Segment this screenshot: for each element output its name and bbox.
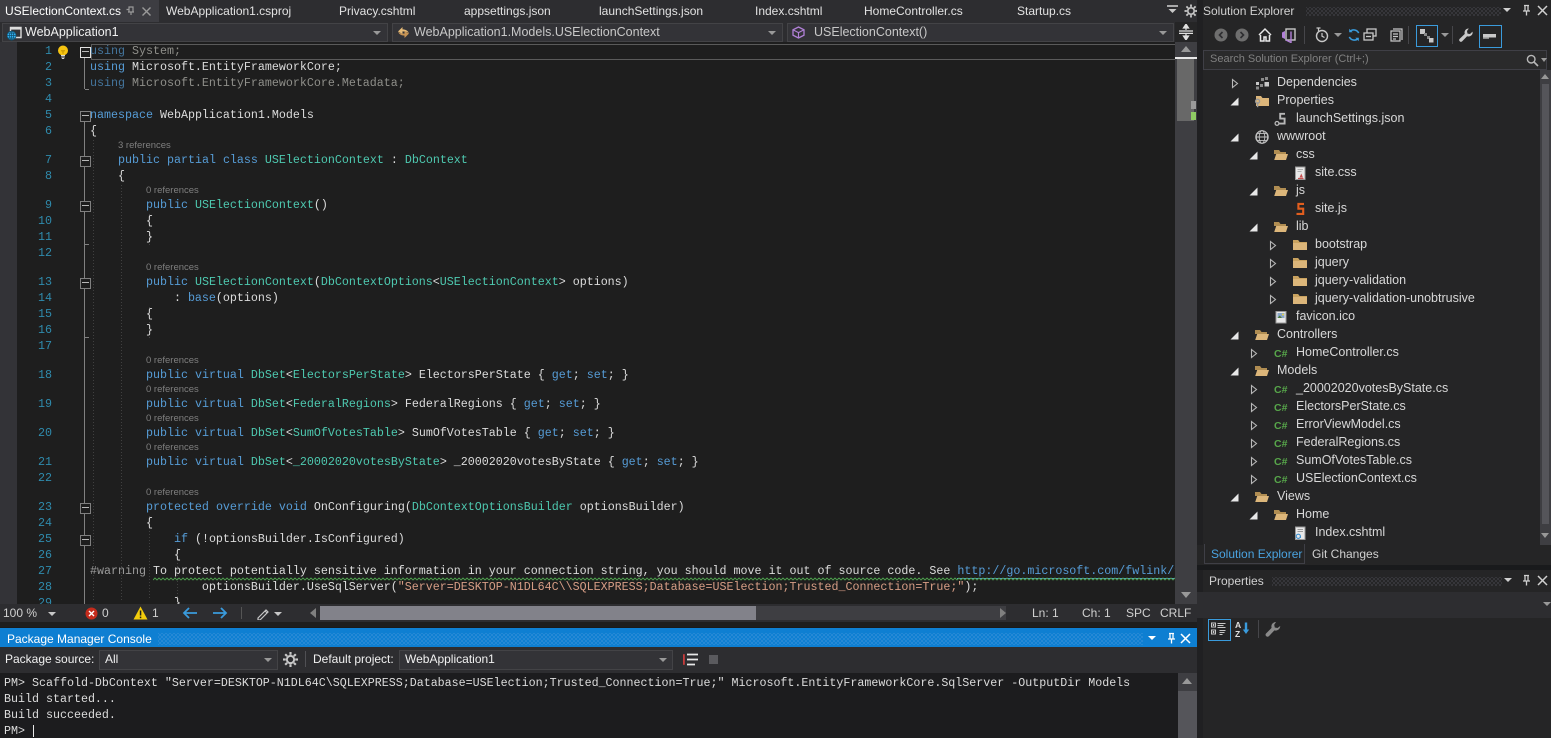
svg-text:C#: C# (1274, 420, 1288, 432)
svg-text:Z: Z (1235, 629, 1240, 638)
svg-text:C#: C# (1274, 348, 1288, 360)
svg-text:C#: C# (1274, 402, 1288, 414)
svg-text:C#: C# (1274, 384, 1288, 396)
svg-text:C#: C# (1274, 438, 1288, 450)
svg-text:C#: C# (1274, 456, 1288, 468)
svg-text:C#: C# (1274, 474, 1288, 486)
